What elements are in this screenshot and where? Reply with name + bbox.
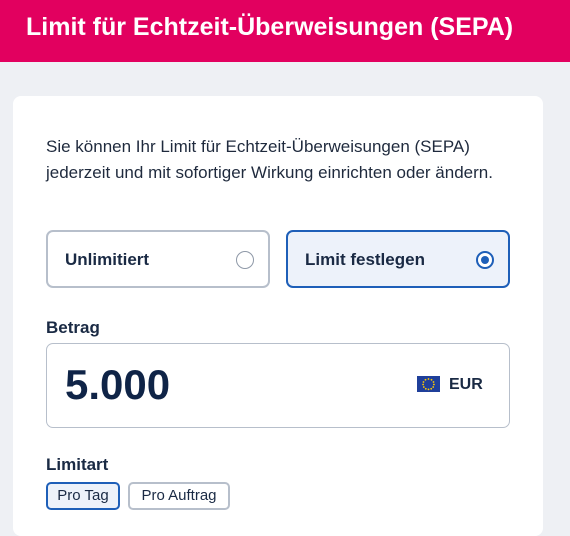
option-unlimited[interactable]: Unlimitiert [46, 230, 270, 288]
app-header: Limit für Echtzeit-Überweisungen (SEPA) [0, 0, 570, 62]
chip-per-order[interactable]: Pro Auftrag [128, 482, 230, 510]
option-unlimited-label: Unlimitiert [65, 250, 150, 269]
intro-text: Sie können Ihr Limit für Echtzeit-Überwe… [46, 137, 493, 182]
option-set-limit[interactable]: Limit festlegen [286, 230, 510, 288]
amount-label: Betrag [46, 318, 100, 337]
amount-value[interactable]: 5.000 [65, 362, 170, 408]
limit-type-label: Limitart [46, 455, 109, 474]
radio-unselected-icon[interactable] [236, 251, 254, 269]
option-set-limit-label: Limit festlegen [305, 250, 425, 269]
page-title: Limit für Echtzeit-Überweisungen (SEPA) [26, 13, 514, 41]
currency-code: EUR [449, 376, 483, 393]
amount-input[interactable]: 5.000 EUR [46, 343, 510, 428]
chip-per-day[interactable]: Pro Tag [46, 482, 120, 510]
eu-flag-icon [417, 376, 440, 392]
radio-selected-icon[interactable] [476, 251, 494, 269]
